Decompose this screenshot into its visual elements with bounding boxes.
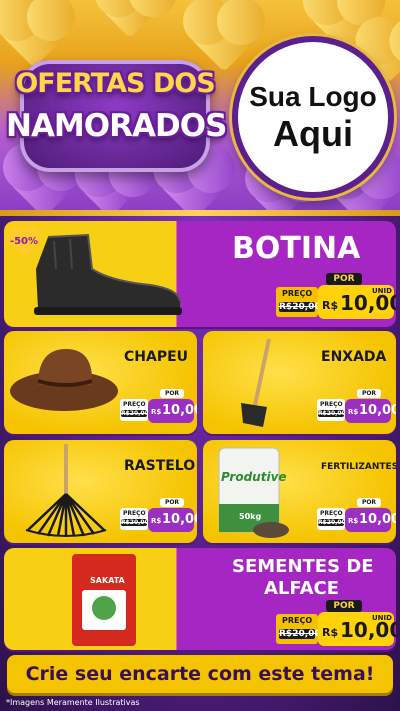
logo-placeholder[interactable]: Sua Logo Aqui (232, 36, 394, 198)
heart-decoration-icon (101, 0, 159, 39)
package-brand-text: SAKATA (90, 576, 125, 585)
old-price: R$20,00 (121, 410, 149, 417)
por-label: POR (326, 600, 362, 612)
currency-symbol: R$ (151, 517, 162, 525)
hoe-image (241, 338, 271, 427)
currency-symbol: R$ (322, 299, 339, 312)
price-tag-fertilizantes: POR PREÇO R$20,00 R$ 10,00 (317, 498, 396, 538)
package-weight-text: 50kg (239, 512, 262, 521)
unit-label: UNID (372, 287, 392, 295)
current-price-box: R$ 10,00 (148, 399, 197, 423)
rake-image (25, 444, 107, 537)
current-price-box: R$ 10,00 UNID (318, 612, 396, 646)
gold-divider (0, 210, 400, 216)
current-price-box: R$ 10,00 (148, 508, 197, 532)
cta-text: Crie seu encarte com este tema! (25, 663, 375, 685)
currency-symbol: R$ (348, 517, 359, 525)
por-label: POR (357, 389, 381, 398)
product-card-rastelo[interactable]: RASTELO POR PREÇO R$20,00 R$ 10,00 (4, 440, 197, 543)
old-price: R$20,00 (318, 519, 346, 526)
product-title-sementes-line2: ALFACE (264, 578, 340, 599)
seed-package-image (72, 554, 136, 646)
product-card-botina[interactable]: BOTINA POR PREÇO R$20,00 R$ 10,00 UNID (4, 221, 396, 327)
preco-label: PREÇO (123, 401, 146, 408)
current-price: 10,00 (162, 403, 197, 418)
preco-label: PREÇO (320, 401, 343, 408)
product-card-fertilizantes[interactable]: Produtive 50kg FERTILIZANTES POR PREÇO R… (203, 440, 396, 543)
old-price: R$20,00 (121, 519, 149, 526)
product-card-enxada[interactable]: ENXADA POR PREÇO R$20,00 R$ 10,00 (203, 331, 396, 434)
old-price: R$20,00 (318, 410, 346, 417)
price-tag-rastelo: POR PREÇO R$20,00 R$ 10,00 (120, 498, 197, 538)
discount-badge: -50% (8, 226, 40, 259)
logo-text-line1: Sua Logo (249, 81, 377, 112)
cta-banner[interactable]: Crie seu encarte com este tema! (7, 655, 393, 693)
package-brand-text: Produtive (221, 470, 287, 484)
product-title-enxada: ENXADA (321, 349, 387, 365)
current-price: 10,00 (359, 403, 396, 418)
por-label: POR (160, 389, 184, 398)
por-label: POR (357, 498, 381, 507)
por-label: POR (160, 498, 184, 507)
current-price-box: R$ 10,00 UNID (318, 285, 396, 319)
header-banner: OFERTAS DOS NAMORADOS Sua Logo Aqui (0, 0, 400, 212)
old-price: R$20,00 (279, 302, 321, 312)
preco-label: PREÇO (320, 510, 343, 517)
price-tag-enxada: POR PREÇO R$20,00 R$ 10,00 (317, 389, 396, 429)
unit-label: UNID (372, 614, 392, 622)
hat-image (10, 349, 118, 411)
product-title-chapeu: CHAPEU (124, 349, 189, 365)
price-tag-chapeu: POR PREÇO R$20,00 R$ 10,00 (120, 389, 197, 429)
boot-image (34, 233, 182, 315)
discount-text: -50% (9, 236, 39, 247)
preco-label: PREÇO (282, 616, 313, 625)
product-title-sementes-line1: SEMENTES DE (232, 556, 374, 577)
title-plaque: OFERTAS DOS NAMORADOS (6, 60, 227, 172)
product-title-botina: BOTINA (232, 231, 361, 266)
product-title-rastelo: RASTELO (124, 458, 196, 474)
currency-symbol: R$ (151, 408, 162, 416)
product-card-sementes[interactable]: SAKATA SEMENTES DE ALFACE POR PREÇO R$20… (4, 548, 396, 650)
por-label: POR (326, 273, 362, 285)
disclaimer-text: *Imagens Meramente Ilustrativas (6, 698, 140, 707)
old-price: R$20,00 (279, 629, 321, 639)
price-tag-sementes: POR PREÇO R$20,00 R$ 10,00 UNID (276, 600, 396, 648)
current-price-box: R$ 10,00 (345, 508, 396, 532)
product-title-fertilizantes: FERTILIZANTES (321, 462, 396, 472)
current-price: 10,00 (359, 512, 396, 527)
current-price: 10,00 (162, 512, 197, 527)
product-card-chapeu[interactable]: CHAPEU POR PREÇO R$20,00 R$ 10,00 (4, 331, 197, 434)
heart-decoration-icon (0, 0, 68, 68)
flyer-page: OFERTAS DOS NAMORADOS Sua Logo Aqui BOTI… (0, 0, 400, 711)
preco-label: PREÇO (123, 510, 146, 517)
price-tag-botina: POR PREÇO R$20,00 R$ 10,00 UNID (276, 273, 396, 323)
currency-symbol: R$ (348, 408, 359, 416)
logo-text-line2: Aqui (273, 113, 353, 154)
preco-label: PREÇO (282, 289, 313, 298)
current-price-box: R$ 10,00 (345, 399, 396, 423)
fertilizer-bag-image (218, 447, 289, 538)
currency-symbol: R$ (322, 626, 339, 639)
title-line-1: OFERTAS DOS (15, 68, 215, 99)
title-line-2: NAMORADOS (6, 108, 227, 144)
